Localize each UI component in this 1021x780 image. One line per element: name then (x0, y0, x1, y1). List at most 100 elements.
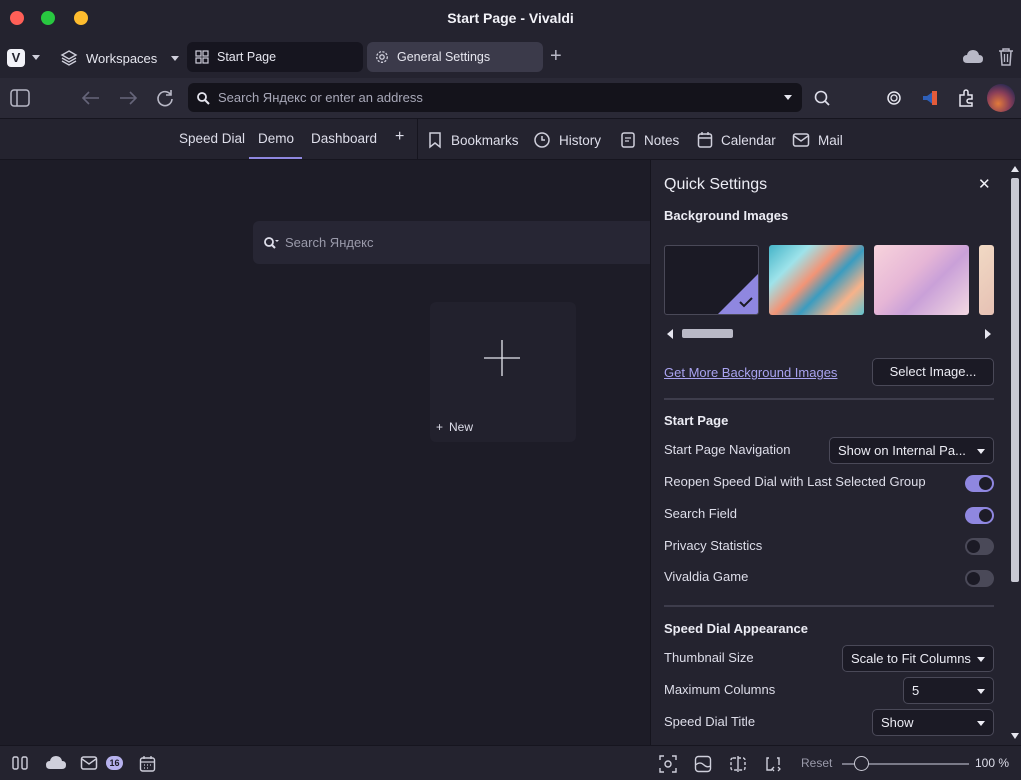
new-speed-dial-tile[interactable]: + New (430, 302, 576, 442)
vivaldi-menu-icon[interactable]: V (7, 49, 25, 67)
section-divider (664, 398, 994, 400)
quick-settings-panel: Quick Settings ✕ Background Images Get M… (650, 160, 1009, 745)
new-label-text: New (449, 420, 474, 434)
start-page-toolbar: Speed Dial Demo Dashboard + Bookmarks Hi… (0, 119, 1021, 160)
vivaldia-game-toggle[interactable] (965, 570, 994, 587)
tab-label: Start Page (217, 50, 277, 64)
thumbnail-scrollbar[interactable] (682, 329, 733, 338)
back-icon[interactable] (80, 87, 102, 109)
cloud-icon[interactable] (962, 48, 984, 66)
maximum-columns-label: Maximum Columns (664, 682, 776, 697)
panel-toggle-icon[interactable] (9, 87, 31, 109)
new-tab-button[interactable]: + (550, 46, 562, 66)
page-actions-icon[interactable] (729, 755, 747, 773)
profile-avatar[interactable] (987, 84, 1015, 112)
background-thumb-none[interactable] (664, 245, 759, 315)
search-icon (197, 91, 210, 105)
background-thumb-marble[interactable] (769, 245, 864, 315)
sync-cloud-icon[interactable] (45, 755, 67, 771)
panel-scrollbar[interactable] (1009, 160, 1021, 745)
select-image-button[interactable]: Select Image... (872, 358, 994, 386)
search-placeholder: Search Яндекс (285, 235, 374, 250)
tab-bar: V Workspaces Start Page General Settings… (0, 36, 1021, 78)
select-value: 5 (912, 683, 920, 698)
panel-toggle-icon[interactable] (12, 755, 28, 771)
status-bar: 16 Reset 100 % (0, 745, 1021, 780)
reload-icon[interactable] (154, 87, 176, 109)
zoom-slider-handle[interactable] (853, 756, 869, 771)
privacy-statistics-toggle[interactable] (965, 538, 994, 555)
calendar-button[interactable]: Calendar (697, 129, 776, 151)
address-dropdown-icon[interactable] (784, 95, 792, 100)
scroll-down-icon[interactable] (1011, 733, 1019, 739)
mail-button[interactable]: Mail (792, 129, 843, 151)
notes-button[interactable]: Notes (620, 129, 679, 151)
mail-icon (792, 133, 810, 147)
history-button[interactable]: History (533, 129, 601, 151)
background-thumb-partial[interactable] (979, 245, 994, 315)
start-page-search-field[interactable]: Search Яндекс (253, 221, 650, 264)
search-field-toggle[interactable] (965, 507, 994, 524)
maximum-columns-select[interactable]: 5 (903, 677, 994, 704)
tab-label: General Settings (397, 50, 491, 64)
panel-title: Quick Settings (664, 176, 768, 193)
bookmark-icon (429, 132, 441, 149)
toggle-label: Privacy Statistics (664, 538, 763, 553)
background-thumb-pastel[interactable] (874, 245, 969, 315)
start-page-heading: Start Page (664, 413, 729, 428)
scroll-up-icon[interactable] (1011, 166, 1019, 172)
trash-icon[interactable] (997, 47, 1015, 67)
tab-start-page[interactable]: Start Page (187, 42, 363, 72)
grid-icon (195, 50, 209, 64)
tab-speed-dial[interactable]: Speed Dial (179, 131, 245, 146)
mail-label: Mail (818, 132, 843, 148)
calendar-icon[interactable] (139, 755, 156, 772)
select-value: Scale to Fit Columns (851, 651, 971, 666)
extensions-icon[interactable] (955, 87, 977, 109)
chevron-down-icon (171, 55, 180, 61)
scroll-left-icon[interactable] (667, 329, 675, 339)
chevron-down-icon (977, 689, 985, 694)
vivaldi-menu-chevron-icon[interactable] (32, 55, 40, 60)
speed-dial-title-select[interactable]: Show (872, 709, 994, 736)
reopen-speed-dial-toggle[interactable] (965, 475, 994, 492)
scroll-right-icon[interactable] (983, 329, 991, 339)
zoom-reset-button[interactable]: Reset (801, 756, 832, 770)
thumbnail-size-select[interactable]: Scale to Fit Columns (842, 645, 994, 672)
bookmarks-button[interactable]: Bookmarks (427, 129, 519, 151)
get-more-backgrounds-link[interactable]: Get More Background Images (664, 365, 837, 380)
tab-dashboard[interactable]: Dashboard (311, 131, 377, 146)
speed-dial-title-label: Speed Dial Title (664, 714, 756, 729)
workspaces-button[interactable]: Workspaces (60, 47, 180, 69)
start-page-navigation-select[interactable]: Show on Internal Pa... (829, 437, 994, 464)
search-icon[interactable] (811, 87, 833, 109)
calendar-label: Calendar (721, 132, 776, 148)
tab-demo[interactable]: Demo (258, 131, 294, 146)
toggle-label: Vivaldia Game (664, 569, 749, 584)
plus-icon: + (436, 420, 444, 434)
tab-general-settings[interactable]: General Settings (367, 42, 543, 72)
speed-dial-area: Search Яндекс + New (0, 160, 650, 745)
capture-icon[interactable] (659, 755, 677, 773)
toggle-knob (967, 572, 980, 585)
window-title: Start Page - Vivaldi (447, 10, 574, 26)
new-tile-label: + New (436, 420, 473, 434)
scrollbar-thumb[interactable] (1011, 178, 1019, 582)
chevron-down-icon (977, 449, 985, 454)
address-field[interactable]: Search Яндекс or enter an address (188, 83, 802, 112)
forward-icon[interactable] (117, 87, 139, 109)
notes-label: Notes (644, 132, 680, 148)
start-page-navigation-label: Start Page Navigation (664, 442, 791, 457)
code-icon[interactable] (764, 755, 782, 773)
chevron-down-icon (977, 721, 985, 726)
section-divider (664, 605, 994, 607)
bookmarks-label: Bookmarks (451, 132, 519, 148)
add-group-button[interactable]: + (395, 128, 404, 146)
toggle-label: Search Field (664, 506, 737, 521)
workspaces-label: Workspaces (86, 50, 158, 66)
close-icon[interactable]: ✕ (978, 175, 991, 193)
tiling-icon[interactable] (694, 755, 712, 773)
megaphone-icon[interactable] (919, 87, 941, 109)
mail-icon[interactable] (80, 755, 98, 771)
ai-extension-icon[interactable] (883, 87, 905, 109)
